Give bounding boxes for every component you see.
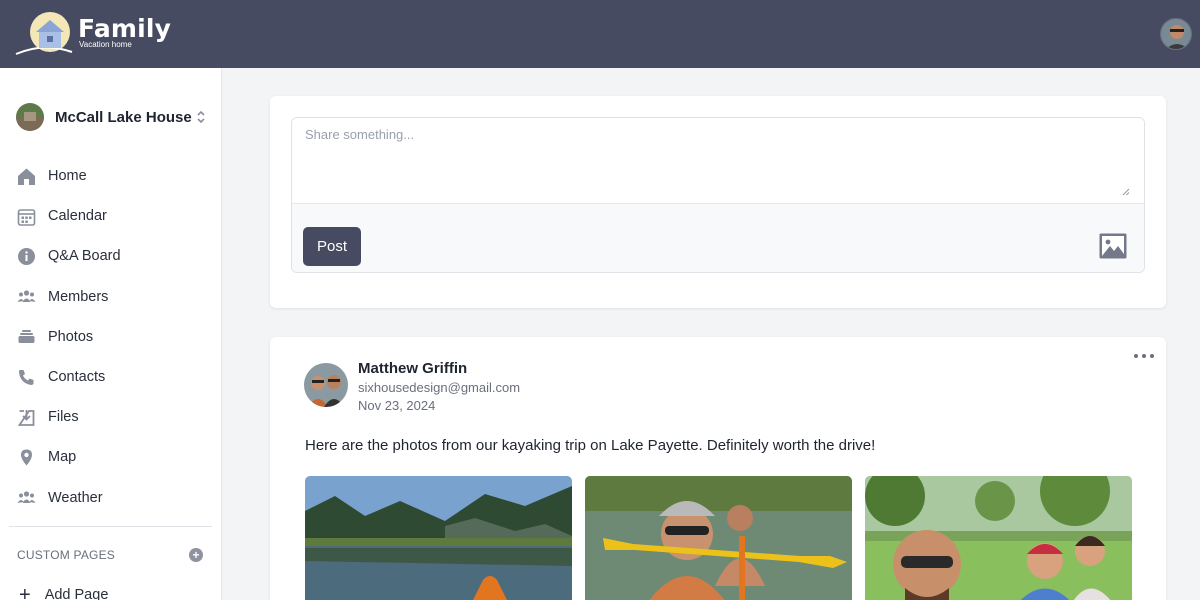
sidebar-item-label: Home [48, 168, 87, 185]
sidebar-item-home[interactable]: Home [17, 156, 207, 196]
sidebar-item-files[interactable]: Files [17, 397, 207, 437]
add-custom-page-icon[interactable]: + [189, 548, 203, 562]
sidebar-item-label: Weather [48, 489, 103, 506]
custom-pages-heading: CUSTOM PAGES [17, 548, 115, 562]
house-logo-icon [15, 12, 73, 55]
top-bar: Family Vacation home [0, 0, 1200, 68]
calendar-icon [17, 207, 36, 226]
members-icon [17, 287, 36, 306]
sidebar-item-label: Files [48, 409, 79, 426]
app-logo[interactable]: Family Vacation home [14, 12, 171, 56]
sidebar-item-label: Map [48, 449, 77, 466]
sidebar-item-label: Photos [48, 328, 94, 345]
sidebar-item-members[interactable]: Members [17, 277, 207, 317]
composer-footer: Post [292, 203, 1144, 272]
post-composer: Post [270, 96, 1166, 308]
weather-icon [17, 488, 36, 507]
lake-kayak-photo[interactable] [305, 476, 572, 600]
home-icon [17, 167, 36, 186]
plus-icon: + [19, 584, 31, 600]
post-card: Matthew Griffin sixhousedesign@gmail.com… [270, 337, 1166, 600]
sidebar: McCall Lake House Home Calendar Q&A Boar… [0, 68, 222, 600]
house-avatar [16, 103, 44, 131]
sidebar-item-map[interactable]: Map [17, 437, 207, 477]
info-icon [17, 247, 36, 266]
sidebar-item-calendar[interactable]: Calendar [17, 196, 207, 236]
photos-icon [17, 327, 36, 346]
composer-box: Post [291, 117, 1145, 273]
add-page-label: Add Page [44, 587, 109, 600]
park-selfie-photo[interactable] [865, 476, 1132, 600]
chevron-up-down-icon [196, 109, 206, 125]
author-avatar[interactable] [304, 363, 348, 407]
post-date: Nov 23, 2024 [358, 398, 436, 413]
sidebar-divider [9, 526, 212, 527]
sidebar-item-contacts[interactable]: Contacts [17, 357, 207, 397]
sidebar-item-weather[interactable]: Weather [17, 478, 207, 518]
sidebar-item-label: Calendar [48, 208, 107, 225]
phone-icon [17, 368, 36, 387]
sidebar-item-photos[interactable]: Photos [17, 317, 207, 357]
logo-subtitle: Vacation home [79, 40, 132, 49]
sidebar-nav: Home Calendar Q&A Board Members Photos C… [17, 156, 207, 518]
files-icon [17, 408, 36, 427]
post-text: Here are the photos from our kayaking tr… [305, 437, 876, 454]
user-avatar[interactable] [1160, 18, 1192, 50]
share-input[interactable] [292, 118, 1144, 203]
post-button[interactable]: Post [303, 227, 361, 266]
house-name: McCall Lake House [55, 108, 192, 126]
sidebar-item-qa-board[interactable]: Q&A Board [17, 236, 207, 276]
logo-title: Family [78, 14, 172, 43]
sidebar-item-label: Q&A Board [48, 248, 121, 265]
custom-pages-header: CUSTOM PAGES + [17, 546, 203, 564]
kayak-selfie-photo[interactable] [585, 476, 852, 600]
sidebar-item-label: Contacts [48, 369, 106, 386]
add-page-button[interactable]: + Add Page [19, 585, 108, 600]
sidebar-item-label: Members [48, 288, 109, 305]
map-pin-icon [17, 448, 36, 467]
more-options-icon[interactable] [1134, 351, 1154, 361]
author-email: sixhousedesign@gmail.com [358, 380, 521, 395]
add-image-icon[interactable] [1099, 233, 1127, 259]
author-name[interactable]: Matthew Griffin [358, 360, 467, 377]
house-switcher[interactable]: McCall Lake House [16, 102, 206, 132]
resize-grip-icon[interactable] [1122, 188, 1130, 196]
